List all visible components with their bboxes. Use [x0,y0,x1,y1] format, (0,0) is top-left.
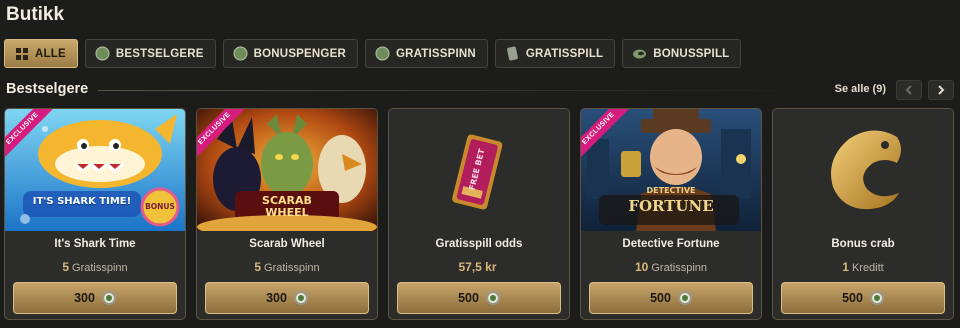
filter-label: GRATISSPINN [395,47,476,60]
product-image [773,109,953,231]
product-reward: 1 Kreditt [773,260,953,274]
see-all-link[interactable]: Se alle (9) [835,83,886,95]
filter-bonuspenger[interactable]: BONUSPENGER [222,39,358,68]
coin-icon [375,46,390,61]
reward-amount: 57,5 kr [458,260,497,274]
game-thumbnail: DETECTIVE FORTUNE EXCLUSIVE [581,109,761,231]
price: 500 [458,291,479,305]
prev-button[interactable] [896,80,922,100]
game-logo-text: DETECTIVE [646,186,696,195]
filter-bonusspill[interactable]: BONUSSPILL [622,39,742,68]
section-header: Bestselgere Se alle (9) [6,80,954,102]
chevron-right-icon [938,85,945,95]
price: 500 [842,291,863,305]
section-title: Bestselgere [6,81,89,97]
coin-icon [293,291,308,305]
filter-label: ALLE [35,47,66,60]
product-card[interactable]: SCARAB WHEEL EXCLUSIVE Scarab Wheel 5 Gra… [196,108,378,320]
game-thumbnail: SCARAB WHEEL EXCLUSIVE [197,109,377,231]
buy-button[interactable]: 300 [13,282,177,314]
filter-label: BONUSPENGER [253,47,346,60]
next-button[interactable] [928,80,954,100]
reward-unit: Gratisspinn [72,262,128,274]
price: 300 [266,291,287,305]
game-logo-text: SCARAB WHEEL [262,194,312,219]
reward-amount: 5 [62,260,70,274]
crab-icon [632,46,647,61]
filter-bestselgere[interactable]: BESTSELGERE [84,39,216,68]
product-name: Gratisspill odds [435,238,523,250]
game-logo-text: IT'S SHARK TIME! [32,196,132,207]
product-reward: 10 Gratisspinn [581,260,761,274]
coin-icon [233,46,248,61]
coin-icon [485,291,500,305]
filter-label: GRATISSPILL [525,47,604,60]
product-card[interactable]: FREE BET Gratisspill odds 57,5 kr 500 [388,108,570,320]
product-card[interactable]: DETECTIVE FORTUNE EXCLUSIVE Detective Fo… [580,108,762,320]
product-reward: 5 Gratisspinn [197,260,377,274]
buy-button[interactable]: 500 [781,282,945,314]
product-card[interactable]: IT'S SHARK TIME! BONUS EXCLUSIVE It's Sh… [4,108,186,320]
reward-unit: Gratisspinn [264,262,320,274]
product-name: It's Shark Time [54,238,136,250]
coin-icon [95,46,110,61]
product-card[interactable]: Bonus crab 1 Kreditt 500 [772,108,954,320]
game-thumbnail: IT'S SHARK TIME! BONUS EXCLUSIVE [5,109,185,231]
filter-label: BONUSSPILL [653,47,730,60]
reward-amount: 5 [254,260,262,274]
buy-button[interactable]: 500 [397,282,561,314]
bonus-badge: BONUS [145,202,175,211]
reward-amount: 1 [842,260,849,274]
filter-gratisspill[interactable]: GRATISSPILL [494,39,616,68]
product-image: FREE BET [389,109,569,231]
page-title: Butikk [6,4,65,25]
filter-alle[interactable]: ALLE [4,39,78,68]
coin-icon [677,291,692,305]
product-name: Detective Fortune [622,238,720,250]
price: 300 [74,291,95,305]
reward-unit: Gratisspinn [651,262,707,274]
reward-unit: Kreditt [851,262,884,274]
product-name: Scarab Wheel [249,238,325,250]
grid-icon [14,46,29,61]
chevron-left-icon [905,85,912,95]
game-logo-text-2: FORTUNE [628,197,714,215]
coin-icon [101,291,116,305]
product-carousel: IT'S SHARK TIME! BONUS EXCLUSIVE It's Sh… [4,108,954,320]
product-reward: 57,5 kr [389,260,569,274]
product-name: Bonus crab [831,238,895,250]
divider [98,90,814,91]
filter-gratisspinn[interactable]: GRATISSPINN [364,39,488,68]
price: 500 [650,291,671,305]
buy-button[interactable]: 300 [205,282,369,314]
filter-label: BESTSELGERE [115,47,204,60]
filter-bar: ALLE BESTSELGERE BONUSPENGER GRATISSPINN… [4,39,742,68]
product-reward: 5 Gratisspinn [5,260,185,274]
ticket-icon [505,46,520,61]
buy-button[interactable]: 500 [589,282,753,314]
reward-amount: 10 [635,260,649,274]
coin-icon [869,291,884,305]
